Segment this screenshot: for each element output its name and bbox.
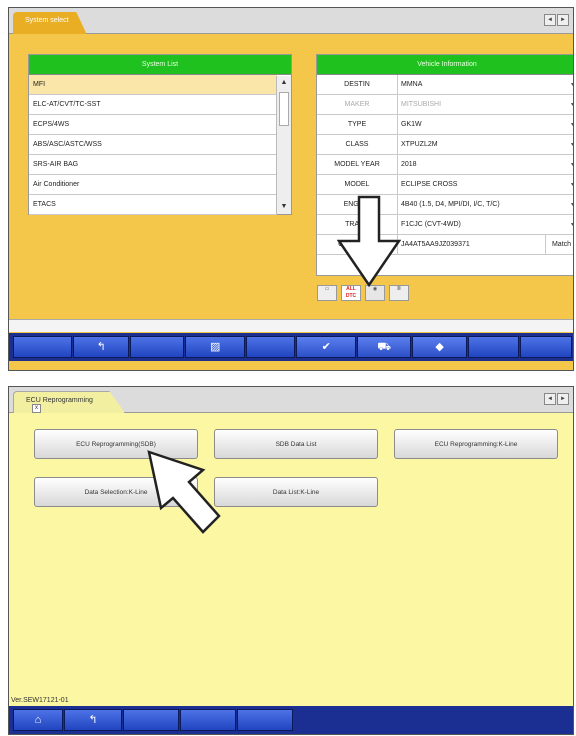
back-button[interactable]: ↰	[64, 709, 122, 731]
vehicle-info-row: MAKER MITSUBISHI ▾	[317, 95, 574, 115]
status-strip	[9, 319, 573, 332]
tab-bar: ECU Reprogrammingx ◄ ►	[9, 387, 573, 413]
model-year-select[interactable]: 2018 ▾	[398, 155, 573, 175]
all-dtc-icon[interactable]: ALL DTC	[341, 285, 361, 301]
confirm-button[interactable]: ✔	[296, 336, 356, 358]
sdb-data-list-button[interactable]: SDB Data List	[214, 429, 378, 459]
model-select[interactable]: ECLIPSE CROSS ▾	[398, 175, 573, 195]
blank-button[interactable]	[520, 336, 572, 358]
system-list-header: System List	[29, 55, 291, 75]
dropdown-caret-icon[interactable]: ▾	[571, 115, 573, 135]
system-list-item[interactable]: MFI	[29, 75, 277, 95]
class-select[interactable]: XTPUZL2M ▾	[398, 135, 573, 155]
scroll-up-icon[interactable]: ▲	[277, 76, 291, 90]
tab-system-select[interactable]: System select	[13, 12, 87, 34]
vehicle-info-label: MAKER	[317, 95, 398, 114]
vehicle-data-icon[interactable]: ▭	[317, 285, 337, 301]
vehicle-info-row: MODEL YEAR 2018 ▾	[317, 155, 573, 175]
bottom-button-bar: ↰ ▨ ✔ ⛟ ◆	[9, 333, 573, 361]
next-tab-button[interactable]: ►	[557, 14, 569, 26]
vehicle-info-row: CLASS XTPUZL2M ▾	[317, 135, 573, 155]
dropdown-caret-icon: ▾	[570, 102, 574, 108]
dropdown-caret-icon[interactable]: ▾	[571, 75, 573, 95]
system-list-item[interactable]: ELC-AT/CVT/TC-SST	[29, 95, 277, 115]
data-list-kline-button[interactable]: Data List:K-Line	[214, 477, 378, 507]
blank-button[interactable]	[123, 709, 179, 731]
system-select-screen: System select ◄ ► System List MFI ELC-AT…	[8, 7, 574, 371]
car-icon: ⛟	[377, 341, 392, 353]
close-icon[interactable]: x	[32, 404, 41, 413]
version-label: Ver.SEW17121-01	[11, 697, 69, 704]
match-button[interactable]: Match	[545, 235, 573, 254]
settings-list-icon[interactable]: ≣	[389, 285, 409, 301]
maker-select: MITSUBISHI ▾	[398, 95, 574, 114]
scroll-down-icon[interactable]: ▼	[277, 200, 291, 214]
back-button[interactable]: ↰	[73, 336, 129, 358]
system-list-item[interactable]: SRS-AIR BAG	[29, 155, 277, 175]
blank-button[interactable]	[129, 336, 185, 358]
dropdown-caret-icon[interactable]: ▾	[571, 155, 573, 175]
dropdown-caret-icon[interactable]: ▾	[571, 135, 573, 155]
dropdown-caret-icon[interactable]: ▾	[571, 215, 573, 235]
tab-ecu-reprogramming[interactable]: ECU Reprogrammingx	[13, 391, 125, 413]
function-icons: ▭ ALL DTC ◉ ≣	[317, 285, 409, 301]
ecu-reprogramming-kline-button[interactable]: ECU Reprogramming:K-Line	[394, 429, 558, 459]
scroll-thumb[interactable]	[279, 92, 289, 126]
chassis-number-field[interactable]: JA4AT5AA9JZ039371	[398, 235, 545, 254]
vehicle-info-row: TYPE GK1W ▾	[317, 115, 573, 135]
system-list-panel: System List MFI ELC-AT/CVT/TC-SST ECPS/4…	[28, 54, 292, 215]
erase-button[interactable]: ◆	[412, 336, 467, 358]
bottom-button-bar: ⌂ ↰	[9, 706, 573, 734]
vehicle-info-label: MODEL YEAR	[317, 155, 398, 174]
pointer-arrow-down	[337, 195, 401, 287]
vehicle-info-label: DESTIN	[317, 75, 398, 94]
vehicle-info-row: DESTIN MMNA ▾	[317, 75, 573, 95]
prev-tab-button[interactable]: ◄	[544, 14, 556, 26]
destin-select[interactable]: MMNA ▾	[398, 75, 573, 95]
dropdown-caret-icon[interactable]: ▾	[571, 195, 573, 215]
system-list-item[interactable]: ECPS/4WS	[29, 115, 277, 135]
vehicle-info-label: CLASS	[317, 135, 398, 154]
engine-select[interactable]: 4B40 (1.5, D4, MPI/DI, I/C, T/C) ▾	[398, 195, 573, 215]
blank-button[interactable]	[245, 336, 296, 358]
trans-select[interactable]: F1CJC (CVT-4WD) ▾	[398, 215, 573, 235]
type-select[interactable]: GK1W ▾	[398, 115, 573, 135]
system-list-item[interactable]: Air Conditioner	[29, 175, 277, 195]
ecu-reprogramming-icon[interactable]: ◉	[365, 285, 385, 301]
return-arrow-icon: ↰	[96, 341, 106, 353]
system-list-item[interactable]: ETACS	[29, 195, 277, 215]
blank-button[interactable]	[13, 336, 73, 358]
print-button[interactable]: ▨	[185, 336, 245, 358]
blank-button[interactable]	[237, 709, 293, 731]
blank-button[interactable]	[467, 336, 520, 358]
vehicle-info-row: MODEL ECLIPSE CROSS ▾	[317, 175, 573, 195]
ecu-reprogramming-screen: ECU Reprogrammingx ◄ ► ECU Reprogramming…	[8, 386, 574, 735]
system-list-scrollbar[interactable]: ▲ ▼	[276, 76, 291, 214]
prev-tab-button[interactable]: ◄	[544, 393, 556, 405]
home-button[interactable]: ⌂	[13, 709, 63, 731]
return-arrow-icon: ↰	[88, 714, 98, 726]
checkmark-icon: ✔	[321, 341, 331, 353]
vehicle-info-label: TYPE	[317, 115, 398, 134]
eraser-icon: ◆	[435, 341, 444, 353]
vehicle-info-label: MODEL	[317, 175, 398, 194]
pointer-arrow-up-left	[147, 450, 221, 534]
print-icon: ▨	[209, 341, 221, 353]
system-list-item[interactable]: ABS/ASC/ASTC/WSS	[29, 135, 277, 155]
blank-button[interactable]	[180, 709, 236, 731]
vehicle-information-header: Vehicle Information	[317, 55, 573, 75]
vehicle-button[interactable]: ⛟	[356, 336, 412, 358]
next-tab-button[interactable]: ►	[557, 393, 569, 405]
home-icon: ⌂	[34, 714, 42, 726]
dropdown-caret-icon[interactable]: ▾	[571, 175, 573, 195]
tab-bar: System select ◄ ►	[9, 8, 573, 34]
